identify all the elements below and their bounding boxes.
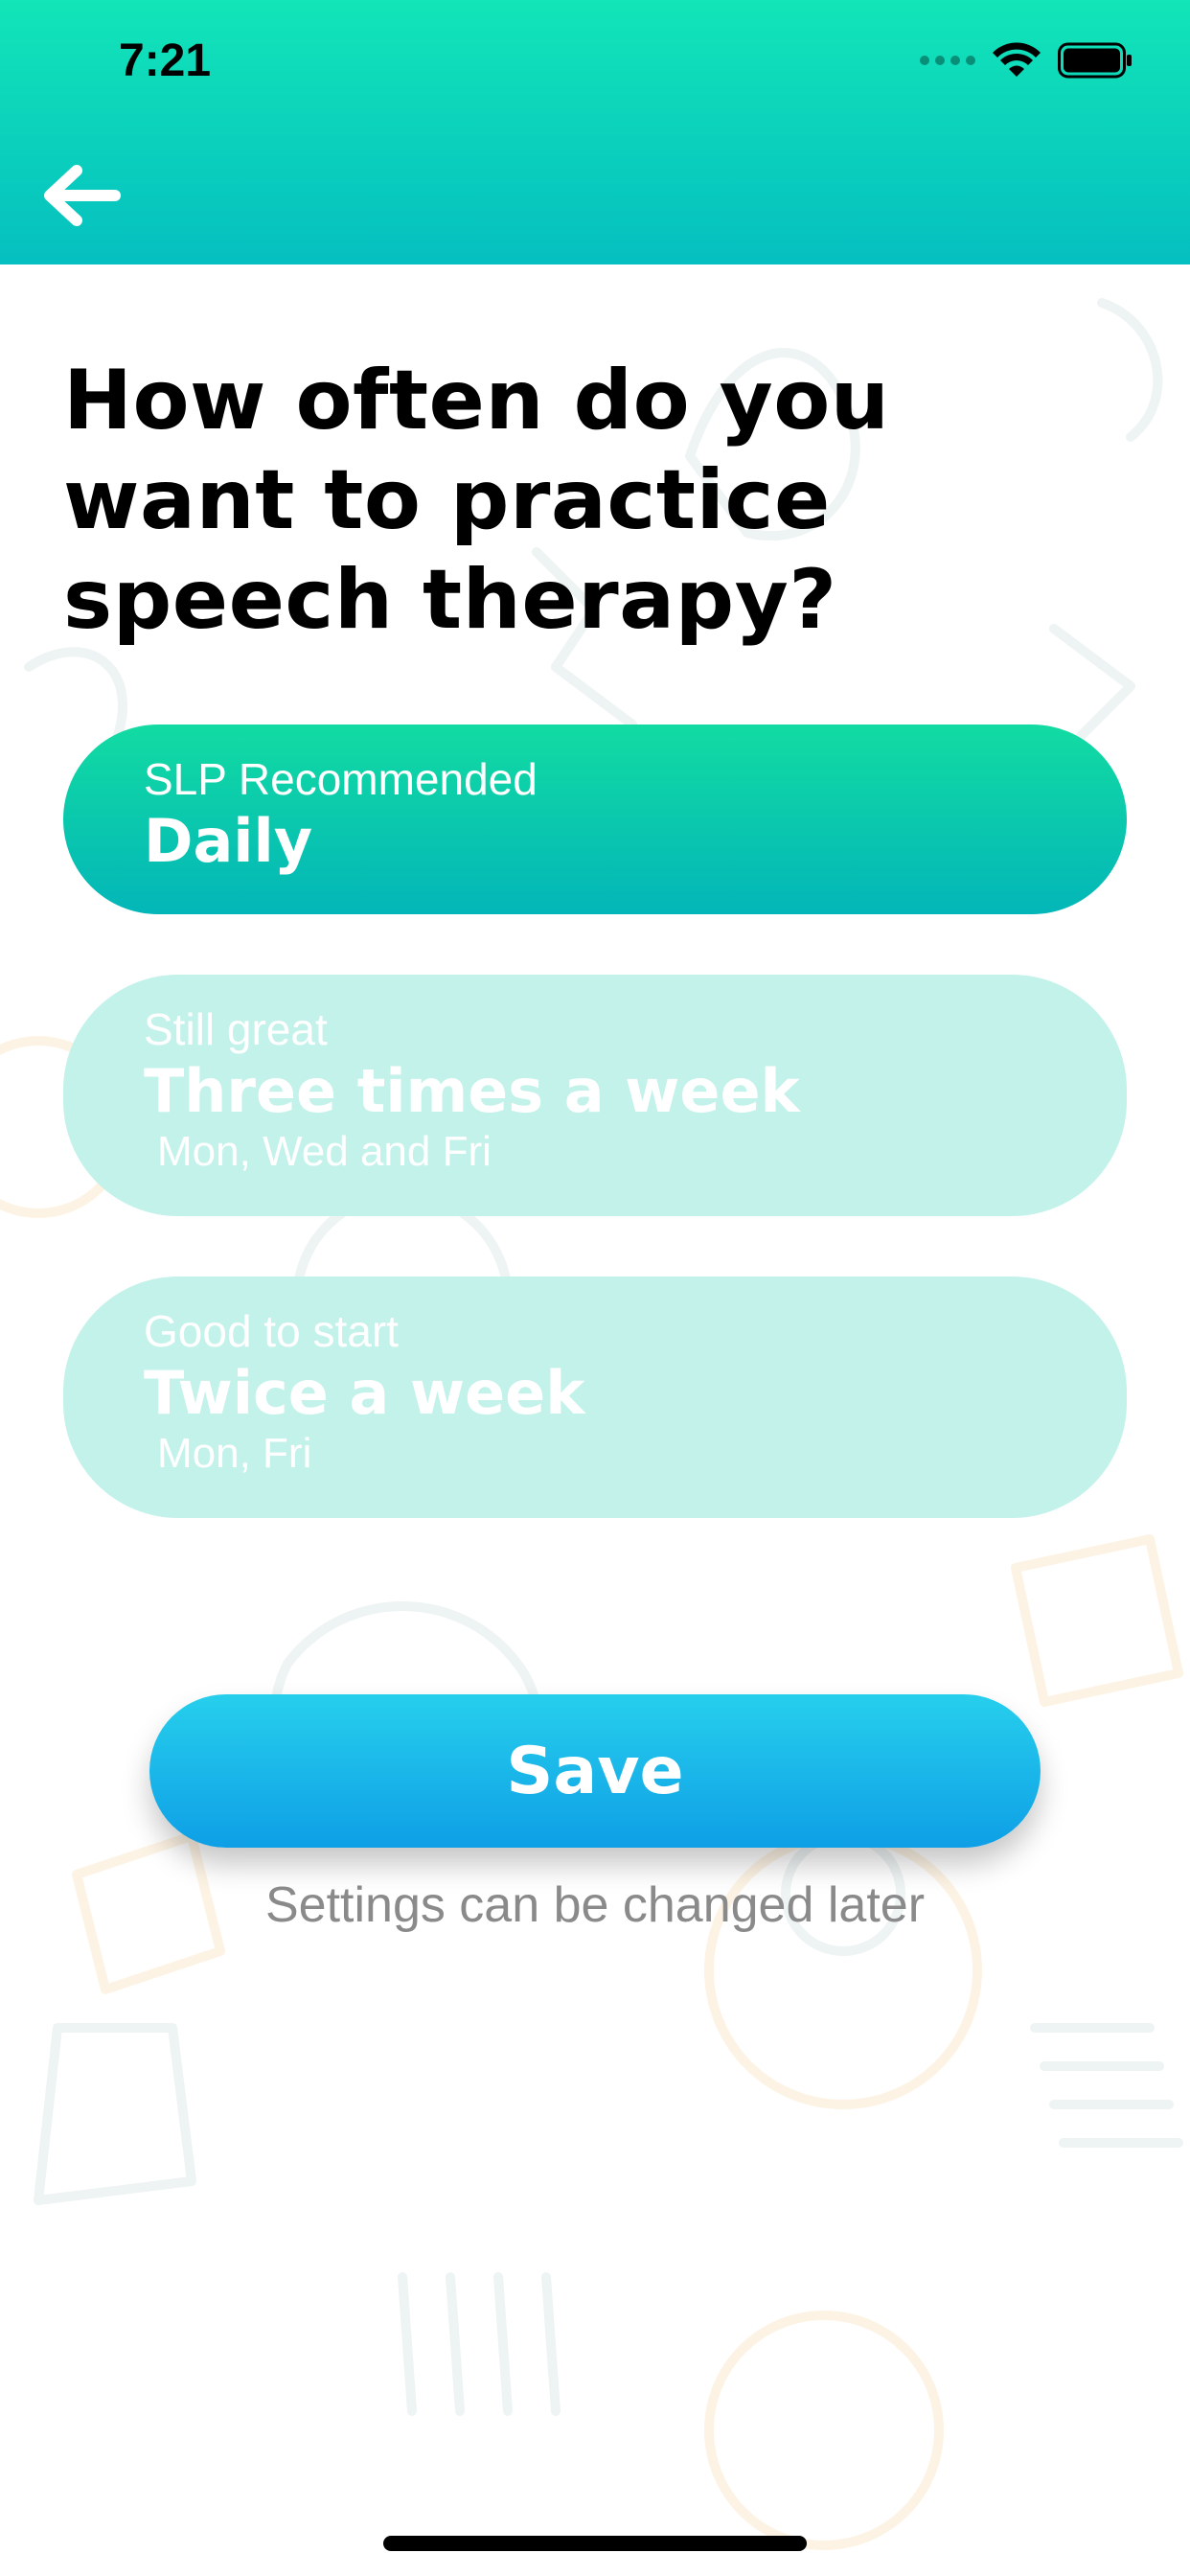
save-button[interactable]: Save [149,1694,1041,1848]
back-button[interactable] [38,159,125,232]
battery-icon [1058,42,1132,79]
option-days: Mon, Fri [157,1430,312,1477]
save-button-label: Save [506,1733,684,1809]
option-label: Three times a week [144,1056,800,1126]
cellular-signal-icon [920,56,975,65]
option-daily[interactable]: SLP Recommended Daily [63,724,1127,914]
option-subtitle: Good to start [144,1306,399,1356]
app-screen: 7:21 How often do you want to practice s… [0,0,1190,2576]
app-header: 7:21 [0,0,1190,264]
option-label: Daily [144,806,313,876]
settings-hint: Settings can be changed later [264,1877,926,1933]
option-subtitle: Still great [144,1004,328,1054]
option-twice-a-week[interactable]: Good to start Twice a week Mon, Fri [63,1276,1127,1518]
page-title: How often do you want to practice speech… [63,353,890,648]
option-label: Twice a week [144,1358,585,1428]
wifi-icon [993,42,1041,77]
home-indicator[interactable] [383,2536,807,2551]
option-subtitle: SLP Recommended [144,754,538,804]
option-three-times-a-week[interactable]: Still great Three times a week Mon, Wed … [63,975,1127,1216]
arrow-left-icon [44,165,121,226]
status-time: 7:21 [119,35,212,86]
option-days: Mon, Wed and Fri [157,1128,492,1175]
status-icons [920,42,1133,79]
